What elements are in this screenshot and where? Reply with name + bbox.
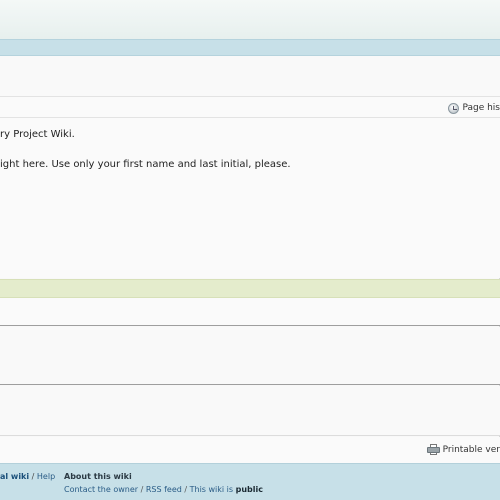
page-history-link[interactable]: Page his [448,101,500,115]
footer-separator: / [138,485,146,494]
main-panel: Page his ry Project Wiki. ight here. Use… [0,56,500,463]
printable-version-label: Printable ver [442,444,500,455]
wiki-home-link[interactable]: al wiki [0,472,29,481]
content-line: ry Project Wiki. [0,129,75,140]
print-row: Printable ver [0,437,500,463]
top-header [0,0,500,39]
rss-feed-link[interactable]: RSS feed [146,485,182,494]
footer: al wiki / Help About this wiki Contact t… [0,463,500,500]
page-toolbar: Page his [0,96,500,118]
page-title-area [0,56,500,96]
top-navigation-bar [0,39,500,56]
wiki-visibility-value: public [235,485,263,494]
wiki-visibility-text: This wiki is [189,485,236,494]
wiki-page: Page his ry Project Wiki. ight here. Use… [0,0,500,500]
content-section [0,298,500,326]
footer-links: Contact the owner / RSS feed / This wiki… [64,485,263,494]
content-line: ight here. Use only your first name and … [0,159,291,170]
page-history-label: Page his [462,103,500,113]
history-icon [448,102,460,114]
footer-separator: / [181,485,190,494]
comment-header-band [0,279,500,298]
printer-icon [426,444,440,455]
contact-owner-link[interactable]: Contact the owner [64,485,138,494]
content-section [0,386,500,436]
content-section [0,327,500,385]
about-wiki-title: About this wiki [64,472,132,481]
footer-separator: / [29,472,37,481]
help-link[interactable]: Help [37,472,55,481]
footer-nav: al wiki / Help [0,472,55,481]
printable-version-link[interactable]: Printable ver [426,444,500,455]
page-content: ry Project Wiki. ight here. Use only you… [0,118,500,278]
